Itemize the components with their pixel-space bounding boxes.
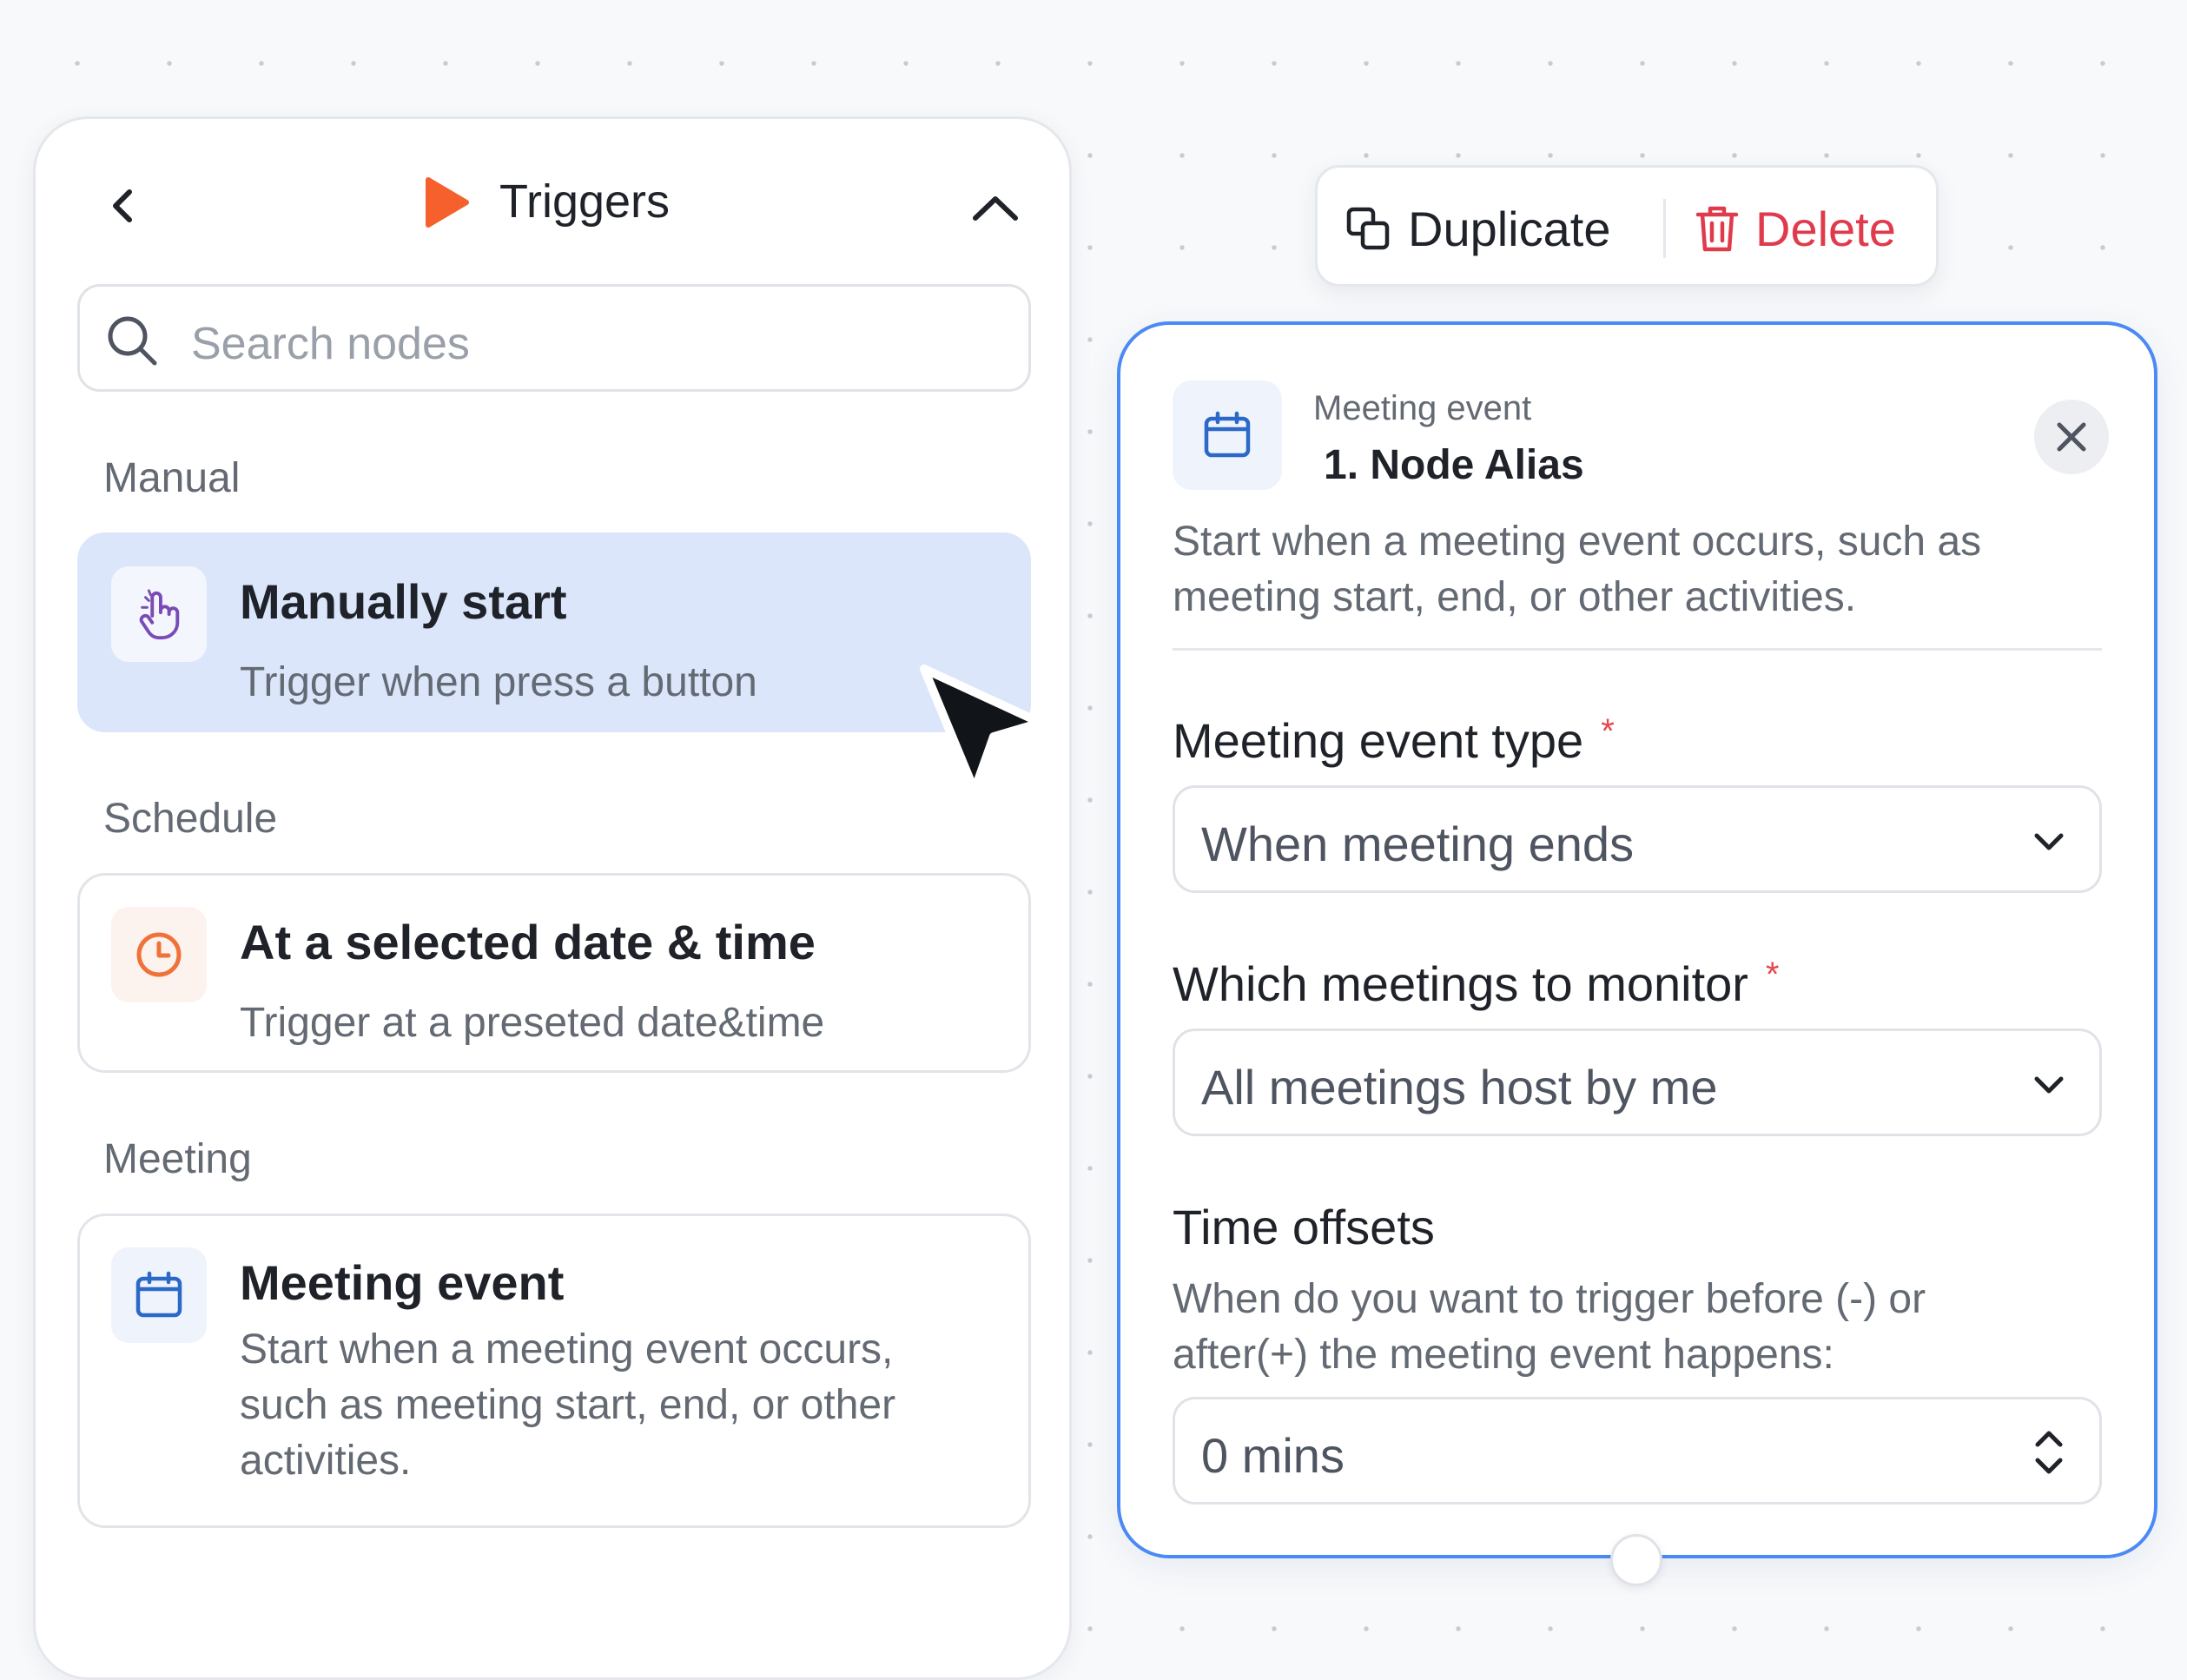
event-type-label-row: Meeting event type * [1173, 712, 1615, 769]
triggers-panel: Triggers Search nodes Manual Manually st… [33, 116, 1072, 1680]
time-offsets-help: When do you want to trigger before (-) o… [1173, 1276, 1926, 1378]
node-type-label: Meeting event [1313, 389, 1532, 427]
close-icon [2057, 422, 2086, 452]
card-description: Start when a meeting event occurs, such … [240, 1326, 896, 1484]
section-label-schedule: Schedule [103, 796, 278, 842]
monitor-label-row: Which meetings to monitor * [1173, 956, 1780, 1012]
duplicate-button[interactable]: Duplicate [1344, 194, 1610, 263]
search-input[interactable]: Search nodes [77, 284, 1031, 392]
panel-title: Triggers [499, 175, 671, 228]
divider [1173, 648, 2102, 651]
monitor-select[interactable]: All meetings host by me [1173, 1029, 2102, 1136]
event-type-select[interactable]: When meeting ends [1173, 785, 2102, 893]
chevron-down-icon [2034, 1076, 2064, 1094]
section-label-meeting: Meeting [103, 1136, 252, 1182]
section-label-manual: Manual [103, 455, 241, 501]
search-icon [108, 316, 157, 366]
card-icon-box [111, 907, 207, 1002]
field-label: Meeting event type [1173, 713, 1584, 768]
time-offset-stepper[interactable]: 0 mins [1173, 1397, 2102, 1505]
collapse-button[interactable] [965, 180, 1026, 232]
hand-pointer-icon [139, 589, 180, 640]
trigger-card-meeting-event[interactable]: Meeting event Start when a meeting event… [77, 1214, 1031, 1528]
node-icon-box [1173, 380, 1282, 490]
card-icon-box [111, 566, 207, 662]
mouse-cursor [912, 660, 1051, 817]
delete-label: Delete [1755, 201, 1896, 256]
toolbar-divider [1663, 199, 1666, 258]
trigger-card-date-time[interactable]: At a selected date & time Trigger at a p… [77, 873, 1031, 1073]
card-description: Trigger when press a button [240, 659, 757, 705]
card-title: Manually start [240, 574, 567, 629]
trigger-card-manually-start[interactable]: Manually start Trigger when press a butt… [77, 532, 1031, 732]
clock-icon [136, 932, 182, 977]
select-value: All meetings host by me [1201, 1060, 1718, 1114]
calendar-icon [135, 1271, 182, 1318]
card-title: Meeting event [240, 1255, 565, 1310]
back-button[interactable] [98, 171, 147, 241]
stepper-arrows-icon[interactable] [2030, 1424, 2068, 1481]
connection-handle[interactable] [1610, 1534, 1662, 1586]
select-value: When meeting ends [1201, 817, 1635, 871]
duplicate-icon [1346, 207, 1390, 250]
required-marker: * [1601, 712, 1615, 751]
card-title: At a selected date & time [240, 915, 816, 969]
close-button[interactable] [2034, 400, 2109, 474]
chevron-down-icon [2034, 833, 2064, 850]
calendar-icon [1204, 411, 1251, 458]
chevron-left-icon [113, 189, 132, 222]
node-config-panel: Meeting event 1. Node Alias Start when a… [1117, 321, 2157, 1558]
search-placeholder: Search nodes [191, 319, 470, 369]
node-toolbar: Duplicate Delete [1315, 165, 1939, 287]
chevron-up-icon [973, 196, 1018, 221]
required-marker: * [1765, 956, 1780, 994]
field-label: Which meetings to monitor [1173, 956, 1748, 1011]
card-icon-box [111, 1247, 207, 1343]
card-description: Trigger at a preseted date&time [240, 1000, 825, 1046]
delete-button[interactable]: Delete [1693, 194, 1896, 263]
time-offsets-label: Time offsets [1173, 1200, 1435, 1254]
trash-icon [1695, 206, 1739, 252]
duplicate-label: Duplicate [1408, 201, 1611, 256]
node-alias[interactable]: 1. Node Alias [1324, 441, 1584, 489]
play-icon [421, 175, 473, 230]
stepper-value: 0 mins [1201, 1428, 1345, 1483]
node-description: Start when a meeting event occurs, such … [1173, 519, 1982, 620]
